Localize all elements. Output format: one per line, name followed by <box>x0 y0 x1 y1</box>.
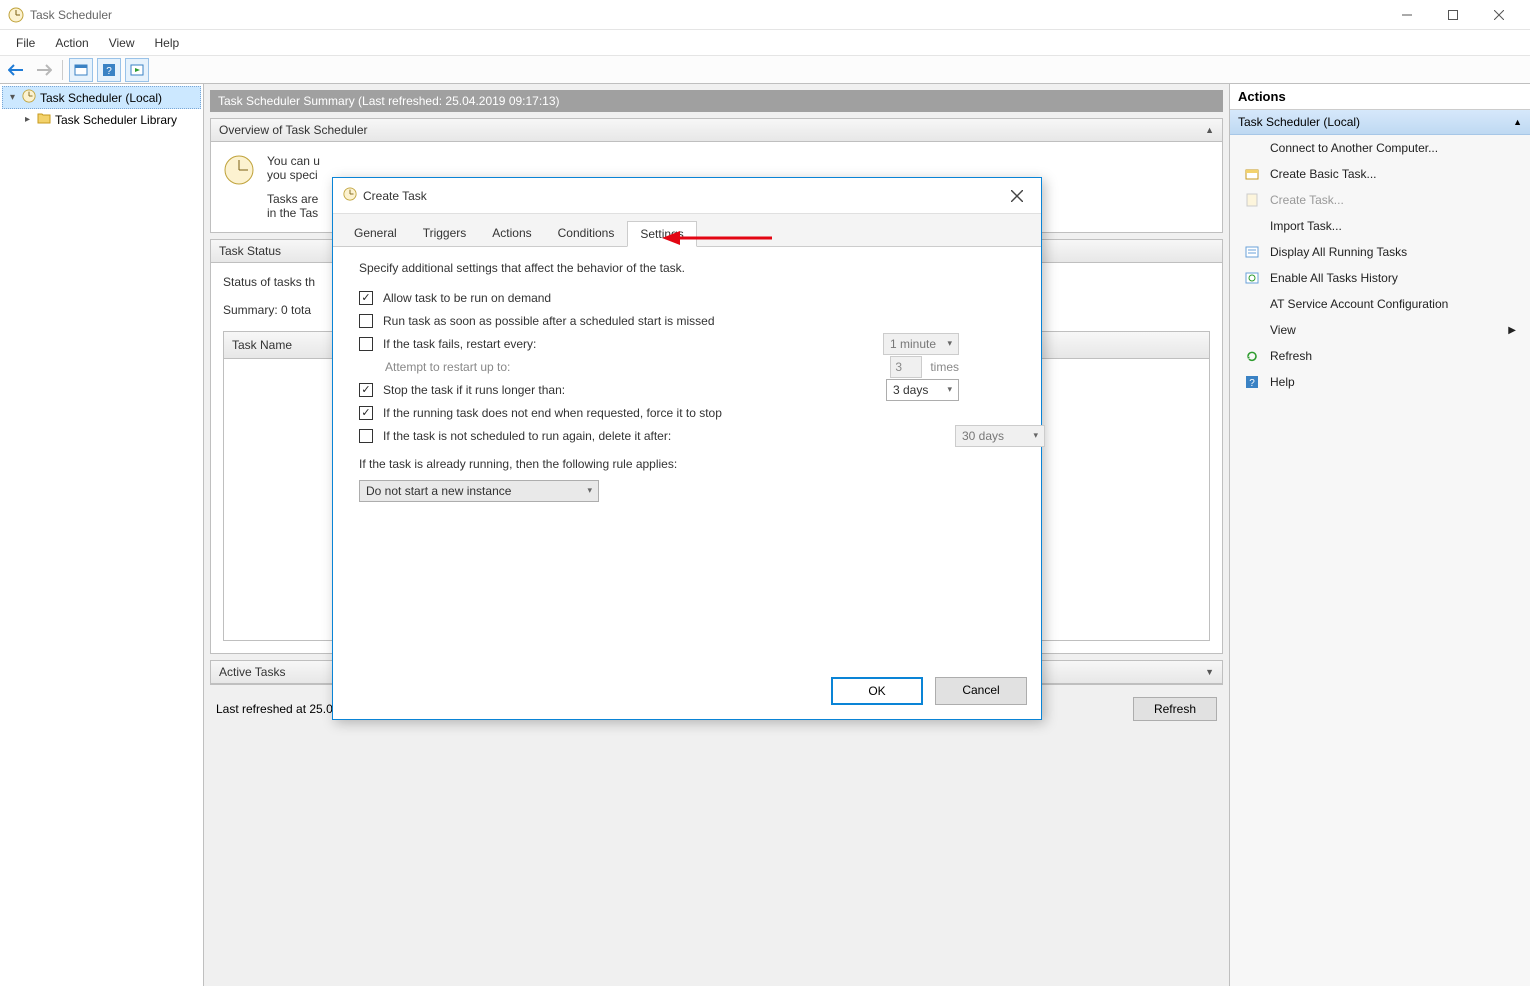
dialog-close-button[interactable] <box>1003 182 1031 210</box>
tree-expand-icon[interactable]: ▸ <box>22 114 33 125</box>
tree-collapse-icon[interactable]: ▾ <box>7 92 18 103</box>
blank-icon <box>1244 296 1260 312</box>
dialog-body: Specify additional settings that affect … <box>333 247 1041 667</box>
select-stop-duration[interactable]: 3 days <box>886 379 959 401</box>
refresh-button[interactable]: Refresh <box>1133 697 1217 721</box>
blank-icon <box>1244 322 1260 338</box>
tab-conditions[interactable]: Conditions <box>545 220 628 246</box>
summary-bar: Task Scheduler Summary (Last refreshed: … <box>210 90 1223 112</box>
select-delete-duration[interactable]: 30 days <box>955 425 1045 447</box>
collapse-icon[interactable]: ▲ <box>1513 117 1522 127</box>
actions-title: Actions <box>1230 84 1530 110</box>
action-at-service[interactable]: AT Service Account Configuration <box>1230 291 1530 317</box>
refresh-icon <box>1244 348 1260 364</box>
actions-subheader[interactable]: Task Scheduler (Local) ▲ <box>1230 110 1530 135</box>
app-clock-icon <box>8 7 24 23</box>
toolbar: ? <box>0 56 1530 84</box>
summary-line: Summary: 0 tota <box>223 303 311 317</box>
menu-action[interactable]: Action <box>45 32 98 54</box>
action-refresh[interactable]: Refresh <box>1230 343 1530 369</box>
action-enable-history[interactable]: Enable All Tasks History <box>1230 265 1530 291</box>
select-restart-interval[interactable]: 1 minute <box>883 333 959 355</box>
tab-actions[interactable]: Actions <box>479 220 544 246</box>
back-button[interactable] <box>4 58 28 82</box>
label-stop-longer: Stop the task if it runs longer than: <box>383 383 565 397</box>
label-attempt: Attempt to restart up to: <box>385 360 510 374</box>
submenu-arrow-icon: ▶ <box>1508 325 1516 336</box>
label-delete-after: If the task is not scheduled to run agai… <box>383 429 671 443</box>
tb-properties-icon[interactable] <box>69 58 93 82</box>
checkbox-allow-demand[interactable] <box>359 291 373 305</box>
folder-icon <box>37 111 51 128</box>
status-line: Status of tasks th <box>223 275 315 289</box>
action-create-task[interactable]: Create Task... <box>1230 187 1530 213</box>
window-title: Task Scheduler <box>30 8 112 22</box>
action-display-running[interactable]: Display All Running Tasks <box>1230 239 1530 265</box>
tree-child-library[interactable]: ▸ Task Scheduler Library <box>2 109 201 130</box>
collapse-icon[interactable]: ▲ <box>1205 125 1214 135</box>
clock-icon <box>22 89 36 106</box>
forward-button[interactable] <box>32 58 56 82</box>
label-force-stop: If the running task does not end when re… <box>383 406 722 420</box>
history-icon <box>1244 270 1260 286</box>
label-times: times <box>930 360 959 374</box>
close-button[interactable] <box>1476 0 1522 30</box>
tab-general[interactable]: General <box>341 220 410 246</box>
label-run-asap: Run task as soon as possible after a sch… <box>383 314 715 328</box>
tree-root-label: Task Scheduler (Local) <box>40 91 162 105</box>
maximize-button[interactable] <box>1430 0 1476 30</box>
titlebar: Task Scheduler <box>0 0 1530 30</box>
tree-root[interactable]: ▾ Task Scheduler (Local) <box>2 86 201 109</box>
dialog-clock-icon <box>343 187 357 204</box>
label-running-rule: If the task is already running, then the… <box>359 457 677 471</box>
cancel-button[interactable]: Cancel <box>935 677 1027 705</box>
checkbox-delete-after[interactable] <box>359 429 373 443</box>
ok-button[interactable]: OK <box>831 677 923 705</box>
menu-file[interactable]: File <box>6 32 45 54</box>
tb-run-icon[interactable] <box>125 58 149 82</box>
overview-header[interactable]: Overview of Task Scheduler ▲ <box>211 119 1222 142</box>
large-clock-icon <box>223 154 255 186</box>
task-name-column[interactable]: Task Name <box>232 338 292 352</box>
wizard-icon <box>1244 166 1260 182</box>
tree-pane: ▾ Task Scheduler (Local) ▸ Task Schedule… <box>0 84 204 986</box>
dialog-tabs: General Triggers Actions Conditions Sett… <box>333 214 1041 247</box>
svg-text:?: ? <box>1249 378 1255 389</box>
checkbox-fail-restart[interactable] <box>359 337 373 351</box>
checkbox-force-stop[interactable] <box>359 406 373 420</box>
tab-triggers[interactable]: Triggers <box>410 220 480 246</box>
menubar: File Action View Help <box>0 30 1530 56</box>
expand-icon[interactable]: ▼ <box>1205 667 1214 677</box>
create-task-dialog: Create Task General Triggers Actions Con… <box>332 177 1042 720</box>
checkbox-run-asap[interactable] <box>359 314 373 328</box>
checkbox-stop-longer[interactable] <box>359 383 373 397</box>
help-icon: ? <box>1244 374 1260 390</box>
svg-text:?: ? <box>106 66 112 77</box>
action-import[interactable]: Import Task... <box>1230 213 1530 239</box>
import-icon <box>1244 218 1260 234</box>
label-allow-demand: Allow task to be run on demand <box>383 291 551 305</box>
action-create-basic[interactable]: Create Basic Task... <box>1230 161 1530 187</box>
tb-help-icon[interactable]: ? <box>97 58 121 82</box>
tree-child-label: Task Scheduler Library <box>55 113 177 127</box>
action-connect[interactable]: Connect to Another Computer... <box>1230 135 1530 161</box>
actions-pane: Actions Task Scheduler (Local) ▲ Connect… <box>1230 84 1530 986</box>
dialog-description: Specify additional settings that affect … <box>359 261 1015 275</box>
action-help[interactable]: ? Help <box>1230 369 1530 395</box>
dialog-title-text: Create Task <box>363 189 427 203</box>
input-attempt-count[interactable] <box>890 356 922 378</box>
menu-help[interactable]: Help <box>145 32 190 54</box>
list-icon <box>1244 244 1260 260</box>
label-fail-restart: If the task fails, restart every: <box>383 337 536 351</box>
select-running-rule[interactable]: Do not start a new instance <box>359 480 599 502</box>
task-icon <box>1244 192 1260 208</box>
action-view[interactable]: View ▶ <box>1230 317 1530 343</box>
minimize-button[interactable] <box>1384 0 1430 30</box>
menu-view[interactable]: View <box>99 32 145 54</box>
computer-icon <box>1244 140 1260 156</box>
tab-settings[interactable]: Settings <box>627 221 696 247</box>
